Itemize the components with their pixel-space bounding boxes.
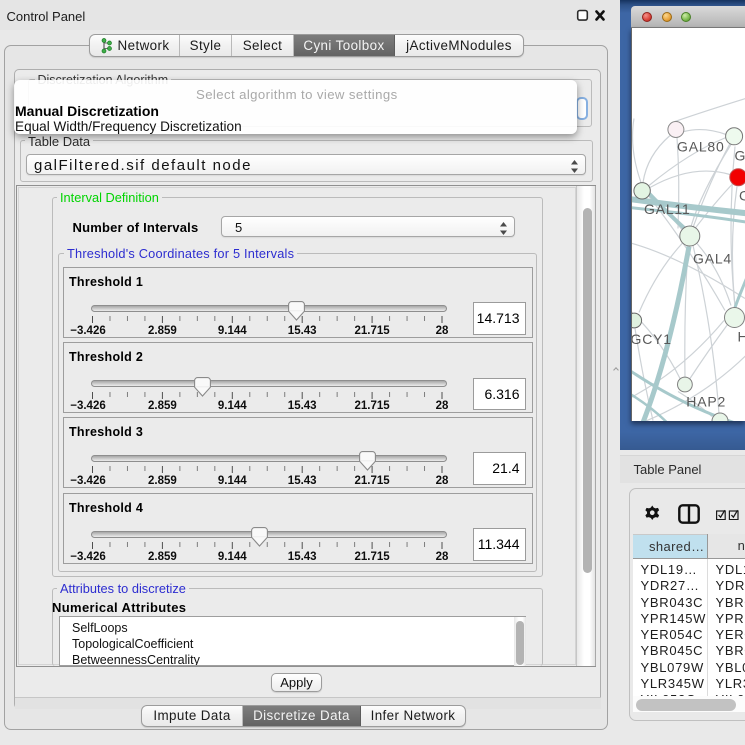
svg-text:GAL4: GAL4 xyxy=(693,250,732,266)
svg-text:GAL80: GAL80 xyxy=(677,138,725,154)
svg-text:HAP2: HAP2 xyxy=(686,393,726,409)
svg-text:G.: G. xyxy=(735,147,745,163)
svg-text:C: C xyxy=(739,187,745,203)
svg-text:GAL11: GAL11 xyxy=(644,201,691,217)
svg-text:H: H xyxy=(738,328,745,344)
svg-text:GCY1: GCY1 xyxy=(632,331,672,347)
